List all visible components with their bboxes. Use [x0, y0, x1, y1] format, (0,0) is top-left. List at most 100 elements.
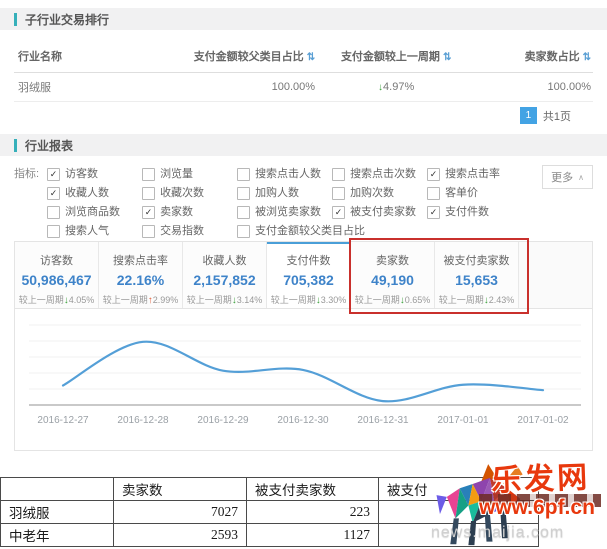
- section-accent-bar: [14, 138, 17, 152]
- checkbox-icon[interactable]: ✓: [332, 206, 346, 219]
- x-axis-label: 2017-01-01: [437, 415, 489, 426]
- metric-checkbox-收藏人数[interactable]: ✓ 收藏人数: [47, 187, 142, 200]
- line-chart-svg: 2016-12-27 2016-12-28 2016-12-29 2016-12-30…: [29, 324, 581, 426]
- column-header-2[interactable]: 支付金额较父类目占比 ⇅: [159, 48, 315, 64]
- checkbox-icon[interactable]: [427, 187, 441, 200]
- checkbox-icon[interactable]: [237, 168, 251, 181]
- metric-checkbox-支付金额较父类目占比[interactable]: 支付金额较父类目占比: [237, 225, 365, 238]
- table-row: 中老年 2593 1127: [0, 523, 539, 547]
- metric-checkbox-label: 被支付卖家数: [350, 206, 417, 218]
- x-axis-label: 2016-12-31: [357, 415, 409, 426]
- section-accent-bar: [14, 12, 17, 26]
- checkbox-icon[interactable]: [142, 187, 156, 200]
- checkbox-icon[interactable]: [237, 187, 251, 200]
- checkbox-icon[interactable]: [47, 225, 61, 238]
- change-prefix: 较上一周期: [18, 295, 64, 305]
- change-value: 3.30%: [320, 295, 347, 305]
- column-header-3[interactable]: 支付金额较上一周期 ⇅: [315, 48, 477, 64]
- sort-icon[interactable]: ⇅: [307, 52, 315, 63]
- metric-card-收藏人数[interactable]: 收藏人数 2,157,852 较上一周期↓3.14%: [183, 242, 267, 308]
- checkbox-icon[interactable]: [142, 225, 156, 238]
- value-cell: 1127: [246, 523, 379, 547]
- metric-checkbox-label: 客单价: [445, 187, 479, 199]
- checkbox-icon[interactable]: ✓: [142, 206, 156, 219]
- metric-card-搜索点击率[interactable]: 搜索点击率 22.16% 较上一周期↑2.99%: [99, 242, 183, 308]
- sort-icon[interactable]: ⇅: [583, 52, 591, 63]
- checkbox-icon[interactable]: [332, 168, 346, 181]
- metric-checkbox-客单价[interactable]: 客单价: [427, 187, 522, 200]
- value-cell: 2593: [113, 523, 247, 547]
- metric-checkbox-浏览商品数[interactable]: 浏览商品数: [47, 206, 142, 219]
- change-value: 4.05%: [68, 295, 95, 305]
- checkbox-icon[interactable]: [47, 206, 61, 219]
- more-button[interactable]: 更多 ∧: [542, 165, 593, 189]
- change-value: 3.14%: [236, 295, 263, 305]
- metric-card-change: 较上一周期↓4.05%: [15, 293, 98, 306]
- bottom-table-header-2: 被支付卖家数: [246, 477, 379, 501]
- checkbox-icon[interactable]: ✓: [427, 206, 441, 219]
- metric-checkbox-加购次数[interactable]: 加购次数: [332, 187, 427, 200]
- sort-icon[interactable]: ⇅: [443, 52, 451, 63]
- metric-checkbox-label: 搜索点击次数: [350, 168, 417, 180]
- bottom-table-header-1: 卖家数: [113, 477, 247, 501]
- metric-card-访客数[interactable]: 访客数 50,986,467 较上一周期↓4.05%: [15, 242, 99, 308]
- metric-checkbox-label: 支付金额较父类目占比: [255, 225, 366, 237]
- metric-checkbox-搜索人气[interactable]: 搜索人气: [47, 225, 142, 238]
- section-header-subindustry: 子行业交易排行: [0, 8, 607, 30]
- metric-card-value: 15,653: [455, 272, 498, 288]
- metric-checkbox-访客数[interactable]: ✓ 访客数: [47, 168, 142, 181]
- subindustry-table: 行业名称 支付金额较父类目占比 ⇅ 支付金额较上一周期 ⇅ 卖家数占比 ⇅ 羽绒服 100.0…: [14, 30, 593, 102]
- x-axis-label: 2017-01-02: [517, 415, 569, 426]
- metric-card-change: 较上一周期↑2.99%: [99, 293, 182, 306]
- metric-checkbox-被浏览卖家数[interactable]: 被浏览卖家数: [237, 206, 332, 219]
- checkbox-icon[interactable]: ✓: [427, 168, 441, 181]
- value-cell: 7027: [113, 500, 247, 524]
- metric-checkbox-卖家数[interactable]: ✓ 卖家数: [142, 206, 237, 219]
- metric-checkbox-交易指数[interactable]: 交易指数: [142, 225, 237, 238]
- metric-checkbox-浏览量[interactable]: 浏览量: [142, 168, 237, 181]
- metric-checkbox-加购人数[interactable]: 加购人数: [237, 187, 332, 200]
- more-button-label: 更多: [551, 172, 574, 184]
- pagination: 1 共1页: [0, 107, 571, 124]
- metric-card-change: 较上一周期↓3.30%: [267, 293, 350, 306]
- metric-card-卖家数[interactable]: 卖家数 49,190 较上一周期↓0.65%: [351, 242, 435, 308]
- industry-name-cell: 羽绒服: [18, 82, 51, 94]
- column-header-4[interactable]: 卖家数占比 ⇅: [477, 48, 593, 64]
- metric-checkbox-收藏次数[interactable]: 收藏次数: [142, 187, 237, 200]
- metric-card-title: 搜索点击率: [113, 255, 168, 267]
- metric-checkbox-label: 收藏次数: [160, 187, 205, 199]
- section-title-report: 行业报表: [25, 138, 74, 153]
- metric-checkbox-搜索点击人数[interactable]: 搜索点击人数: [237, 168, 332, 181]
- section-header-report: 行业报表: [0, 134, 607, 156]
- metric-checkbox-支付件数[interactable]: ✓ 支付件数: [427, 206, 522, 219]
- metric-card-change: 较上一周期↓0.65%: [351, 293, 434, 306]
- x-axis-label: 2016-12-28: [117, 415, 169, 426]
- change-prefix: 较上一周期: [102, 295, 148, 305]
- metric-checkbox-label: 加购次数: [350, 187, 395, 199]
- row-label-cell: 中老年: [0, 523, 114, 547]
- metric-card-被支付卖家数[interactable]: 被支付卖家数 15,653 较上一周期↓2.43%: [435, 242, 519, 308]
- trend-chart: 2016-12-27 2016-12-28 2016-12-29 2016-12-30…: [15, 309, 592, 450]
- checkbox-icon[interactable]: [332, 187, 346, 200]
- metric-checkbox-搜索点击率[interactable]: ✓ 搜索点击率: [427, 168, 522, 181]
- change-value: 2.99%: [152, 295, 179, 305]
- value-cell: [378, 500, 539, 524]
- page-button-1[interactable]: 1: [519, 107, 537, 124]
- subindustry-table-body: 羽绒服 100.00% ↓4.97% 100.00%: [14, 73, 593, 102]
- checkbox-icon[interactable]: [237, 225, 251, 238]
- column-header-1: 行业名称: [14, 48, 159, 64]
- metric-checkbox-label: 访客数: [65, 168, 99, 180]
- bottom-table: 卖家数 被支付卖家数 被支付 羽绒服 7027 223 中老年 2593 1127: [0, 477, 539, 547]
- metric-checkbox-搜索点击次数[interactable]: 搜索点击次数: [332, 168, 427, 181]
- metric-checkbox-label: 交易指数: [160, 225, 205, 237]
- metric-checkbox-label: 加购人数: [255, 187, 300, 199]
- change-value: 2.43%: [488, 295, 515, 305]
- checkbox-icon[interactable]: ✓: [47, 168, 61, 181]
- chevron-up-icon: ∧: [578, 172, 584, 182]
- metric-card-支付件数[interactable]: 支付件数 705,382 较上一周期↓3.30%: [267, 242, 351, 308]
- checkbox-icon[interactable]: [237, 206, 251, 219]
- metric-checkbox-被支付卖家数[interactable]: ✓ 被支付卖家数: [332, 206, 427, 219]
- checkbox-icon[interactable]: [142, 168, 156, 181]
- checkbox-icon[interactable]: ✓: [47, 187, 61, 200]
- metric-card-value: 49,190: [371, 272, 414, 288]
